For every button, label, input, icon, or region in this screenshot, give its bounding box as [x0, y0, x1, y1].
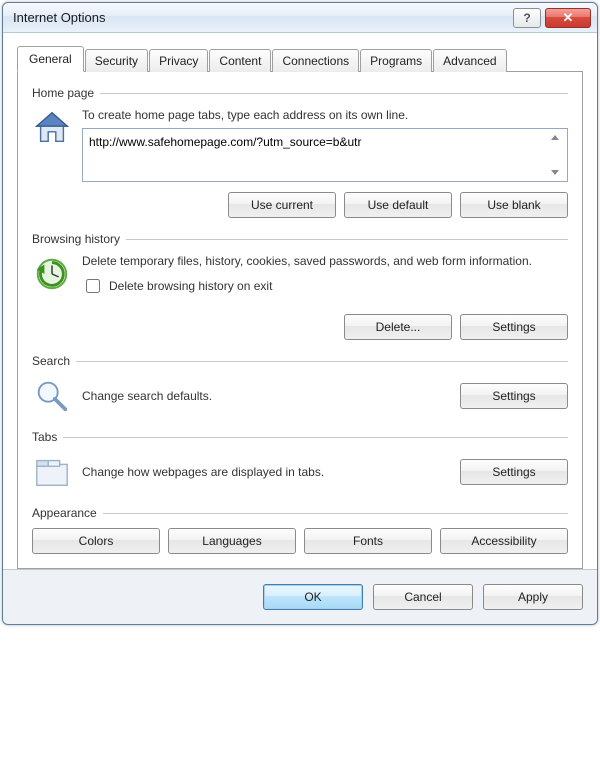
ok-button[interactable]: OK [263, 584, 363, 610]
tab-programs[interactable]: Programs [360, 49, 432, 72]
history-description: Delete temporary files, history, cookies… [82, 254, 568, 268]
languages-button[interactable]: Languages [168, 528, 296, 554]
scroll-up-icon[interactable] [551, 135, 559, 140]
tab-advanced[interactable]: Advanced [433, 49, 506, 72]
search-group: Search Change search defaults. Settings [32, 354, 568, 416]
colors-button[interactable]: Colors [32, 528, 160, 554]
fonts-button[interactable]: Fonts [304, 528, 432, 554]
delete-on-exit-checkbox[interactable] [86, 279, 100, 293]
homepage-group: Home page To create home page tabs, type… [32, 86, 568, 218]
divider [76, 361, 568, 362]
use-blank-button[interactable]: Use blank [460, 192, 568, 218]
search-description: Change search defaults. [82, 389, 450, 403]
history-settings-button[interactable]: Settings [460, 314, 568, 340]
tab-security[interactable]: Security [85, 49, 148, 72]
divider [103, 513, 568, 514]
divider [126, 239, 568, 240]
history-title: Browsing history [32, 232, 126, 246]
delete-on-exit-label: Delete browsing history on exit [109, 279, 272, 293]
tab-connections[interactable]: Connections [272, 49, 359, 72]
tabs-icon [32, 452, 72, 492]
close-button[interactable]: ✕ [545, 8, 591, 28]
tab-privacy[interactable]: Privacy [149, 49, 208, 72]
dialog-footer: OK Cancel Apply [3, 569, 597, 624]
content-area: General Security Privacy Content Connect… [3, 33, 597, 569]
cancel-button[interactable]: Cancel [373, 584, 473, 610]
use-current-button[interactable]: Use current [228, 192, 336, 218]
scrollbar[interactable] [548, 133, 563, 177]
appearance-group: Appearance Colors Languages Fonts Access… [32, 506, 568, 554]
magnifier-icon [32, 376, 72, 416]
history-group: Browsing history Delete t [32, 232, 568, 340]
tab-panel-general: Home page To create home page tabs, type… [17, 72, 583, 569]
history-icon [32, 254, 72, 294]
accessibility-button[interactable]: Accessibility [440, 528, 568, 554]
tabs-title: Tabs [32, 430, 63, 444]
homepage-title: Home page [32, 86, 100, 100]
homepage-description: To create home page tabs, type each addr… [82, 108, 568, 122]
use-default-button[interactable]: Use default [344, 192, 452, 218]
home-icon [32, 108, 72, 148]
search-title: Search [32, 354, 76, 368]
help-button[interactable]: ? [513, 8, 541, 28]
divider [100, 93, 568, 94]
tabs-group: Tabs Change how webpages are displayed i… [32, 430, 568, 492]
apply-button[interactable]: Apply [483, 584, 583, 610]
tab-general[interactable]: General [17, 46, 84, 72]
title-bar[interactable]: Internet Options ? ✕ [3, 3, 597, 33]
homepage-url-wrap [82, 128, 568, 182]
homepage-url-input[interactable] [87, 133, 548, 177]
tab-content[interactable]: Content [209, 49, 271, 72]
appearance-title: Appearance [32, 506, 103, 520]
tabs-settings-button[interactable]: Settings [460, 459, 568, 485]
search-settings-button[interactable]: Settings [460, 383, 568, 409]
divider [63, 437, 568, 438]
history-delete-button[interactable]: Delete... [344, 314, 452, 340]
tabs-description: Change how webpages are displayed in tab… [82, 465, 450, 479]
internet-options-window: Internet Options ? ✕ General Security Pr… [2, 2, 598, 625]
scroll-down-icon[interactable] [551, 170, 559, 175]
window-title: Internet Options [13, 10, 509, 25]
tab-strip: General Security Privacy Content Connect… [17, 45, 583, 72]
